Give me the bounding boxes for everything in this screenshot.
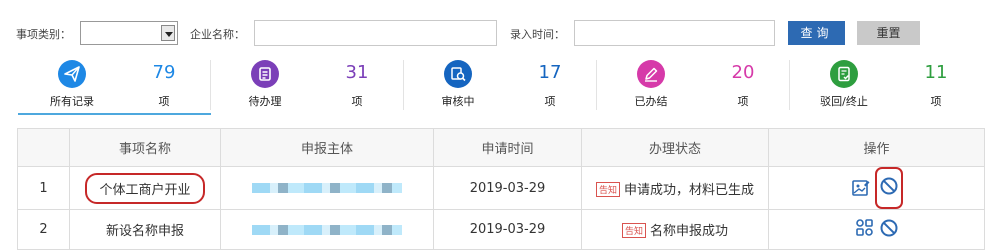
tab-rejected[interactable]: 驳回/终止 11 项 bbox=[790, 58, 983, 112]
tab-reviewing[interactable]: 审核中 17 项 bbox=[404, 58, 597, 112]
item-name[interactable]: 新设名称申报 bbox=[69, 209, 221, 250]
time-label: 录入时间： bbox=[510, 28, 565, 41]
tab-completed[interactable]: 已办结 20 项 bbox=[597, 58, 790, 112]
apply-time: 2019-03-29 bbox=[433, 209, 582, 250]
apply-time: 2019-03-29 bbox=[433, 166, 582, 210]
query-button[interactable]: 查询 bbox=[788, 21, 845, 45]
header-item-name: 事项名称 bbox=[69, 128, 221, 167]
actions-cell bbox=[768, 209, 985, 250]
actions-cell bbox=[768, 166, 985, 210]
applicant-cell bbox=[220, 209, 434, 250]
reset-button[interactable]: 重置 bbox=[857, 21, 920, 45]
applicant-cell bbox=[220, 166, 434, 210]
chevron-down-icon[interactable] bbox=[161, 25, 175, 41]
table-row: 2 新设名称申报 2019-03-29 告知 名称申报成功 bbox=[17, 209, 985, 250]
time-input[interactable] bbox=[574, 20, 775, 46]
tab-count: 79 bbox=[152, 62, 176, 83]
document-check-icon bbox=[830, 60, 858, 88]
prohibit-icon[interactable] bbox=[879, 218, 899, 238]
table-header-row: 事项名称 申报主体 申请时间 办理状态 操作 bbox=[17, 128, 985, 167]
filter-bar: 事项类别： 企业名称： 录入时间： 查询 重置 bbox=[0, 20, 1000, 48]
tab-pending[interactable]: 待办理 31 项 bbox=[211, 58, 404, 112]
status-tabs: 所有记录 79 项 待办理 31 项 审核中 17 项 已办结 20 项 驳回/… bbox=[18, 58, 983, 115]
item-name[interactable]: 个体工商户开业 bbox=[85, 172, 205, 204]
row-index: 1 bbox=[17, 166, 70, 210]
tab-count: 20 bbox=[731, 62, 755, 83]
tab-label: 所有记录 bbox=[50, 95, 94, 108]
review-icon bbox=[444, 60, 472, 88]
notice-badge: 告知 bbox=[621, 223, 646, 238]
records-table: 事项名称 申报主体 申请时间 办理状态 操作 1 个体工商户开业 2019-03… bbox=[17, 128, 985, 250]
notice-badge: 告知 bbox=[595, 181, 620, 197]
image-edit-icon[interactable] bbox=[851, 178, 871, 198]
type-label: 事项类别： bbox=[16, 28, 71, 41]
active-tab-underline bbox=[18, 113, 211, 115]
company-label: 企业名称： bbox=[190, 28, 245, 41]
tab-label: 待办理 bbox=[248, 95, 282, 108]
tab-label: 审核中 bbox=[441, 95, 475, 108]
header-status: 办理状态 bbox=[581, 128, 769, 167]
tab-unit: 项 bbox=[158, 95, 170, 108]
header-apply-time: 申请时间 bbox=[433, 128, 582, 167]
status-cell: 告知 名称申报成功 bbox=[581, 209, 769, 250]
tab-count: 31 bbox=[345, 62, 369, 83]
tab-count: 17 bbox=[538, 62, 562, 83]
table-row: 1 个体工商户开业 2019-03-29 告知 申请成功，材料已生成 bbox=[17, 166, 985, 210]
tab-unit: 项 bbox=[351, 95, 363, 108]
tab-label: 已办结 bbox=[634, 95, 668, 108]
item-name-cell: 个体工商户开业 bbox=[69, 166, 221, 210]
tab-unit: 项 bbox=[930, 95, 942, 108]
paper-plane-icon bbox=[58, 60, 86, 88]
pen-icon bbox=[637, 60, 665, 88]
redacted-applicant bbox=[252, 183, 402, 193]
company-input[interactable] bbox=[254, 20, 497, 46]
prohibit-icon[interactable] bbox=[879, 176, 899, 196]
tab-all-records[interactable]: 所有记录 79 项 bbox=[18, 58, 211, 115]
status-text: 名称申报成功 bbox=[650, 224, 729, 239]
tab-label: 驳回/终止 bbox=[820, 95, 868, 108]
header-actions: 操作 bbox=[768, 128, 985, 167]
cancel-action-highlight bbox=[874, 167, 903, 209]
status-text: 申请成功，材料已生成 bbox=[624, 182, 755, 198]
header-applicant: 申报主体 bbox=[220, 128, 434, 167]
header-index bbox=[17, 128, 70, 167]
row-index: 2 bbox=[17, 209, 70, 250]
type-select[interactable] bbox=[80, 21, 178, 45]
grid-apps-icon[interactable] bbox=[855, 218, 875, 238]
tab-unit: 项 bbox=[737, 95, 749, 108]
clipboard-icon bbox=[251, 60, 279, 88]
status-cell: 告知 申请成功，材料已生成 bbox=[581, 166, 769, 210]
tab-count: 11 bbox=[924, 62, 948, 83]
tab-unit: 项 bbox=[544, 95, 556, 108]
redacted-applicant bbox=[252, 224, 402, 235]
